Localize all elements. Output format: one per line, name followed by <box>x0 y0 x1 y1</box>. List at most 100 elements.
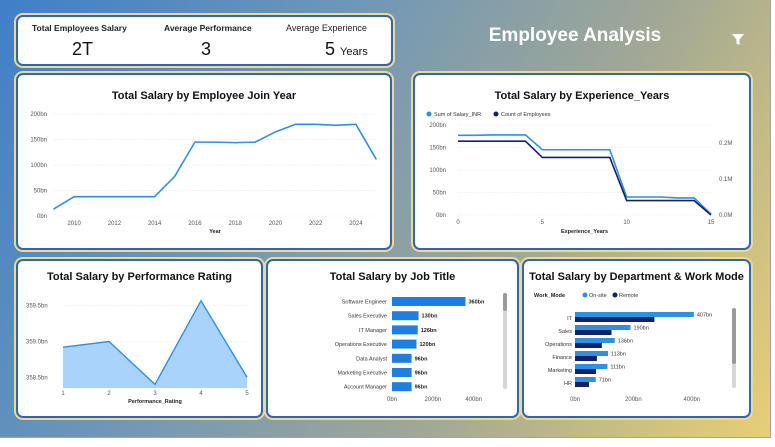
perf-x-tick: 3 <box>153 391 157 397</box>
join-y-tick: 150bn <box>30 138 47 144</box>
legend-label-onsite: On-site <box>589 293 607 299</box>
join-data-point <box>355 123 357 126</box>
dept-bar-value-label: 71bn <box>599 378 611 384</box>
join-data-point <box>294 123 297 126</box>
kpi-label-avg-experience: Average Experience <box>286 23 367 33</box>
job-bar-value-label: 96bn <box>415 371 428 377</box>
job-category-label: Sales Executive <box>348 314 387 320</box>
dept-bar-value-label: 407bn <box>697 313 712 319</box>
join-data-point <box>133 195 136 198</box>
filter-icon[interactable] <box>731 33 745 47</box>
job-category-label: Account Manager <box>344 385 387 391</box>
perf-x-axis-label: Performance_Rating <box>128 399 182 405</box>
exp-y-left-tick: 50bn <box>433 191 446 197</box>
job-x-tick: 0bn <box>387 397 397 403</box>
join-data-point <box>314 123 317 126</box>
dept-bar-onsite <box>575 351 608 356</box>
dept-bar-onsite <box>575 312 694 317</box>
exp-count-line <box>458 140 712 216</box>
legend-label-remote: Remote <box>619 293 638 299</box>
job-bar-value-label: 130bn <box>422 314 439 320</box>
dept-bar-remote <box>575 343 602 348</box>
job-bar-value-label: 96bn <box>415 385 428 391</box>
exp-x-tick: 15 <box>708 220 715 226</box>
dept-x-tick: 0bn <box>570 397 580 403</box>
job-title-scroll-thumb[interactable] <box>503 293 507 311</box>
exp-y-right-tick: 0.0M <box>719 213 732 219</box>
dept-bar-value-label: 136bn <box>618 339 633 345</box>
join-x-axis-label: Year <box>209 229 221 235</box>
exp-salary-line <box>458 134 712 215</box>
dashboard-title: Employee Analysis <box>488 25 662 46</box>
exp-x-tick: 0 <box>456 220 460 226</box>
kpi-experience-number: 5 <box>325 39 336 59</box>
department-chart-card[interactable]: Total Salary by Department & Work Mode W… <box>522 259 751 418</box>
join-series-line <box>53 123 377 210</box>
exp-x-tick: 5 <box>541 220 545 226</box>
join-data-point <box>334 124 337 127</box>
job-x-tick: 200bn <box>424 397 441 403</box>
perf-y-tick: 359.5bn <box>26 304 48 310</box>
job-bar-value-label: 96bn <box>415 356 428 362</box>
department-scroll-thumb[interactable] <box>732 308 736 364</box>
exp-y-left-tick: 100bn <box>429 168 446 174</box>
exp-x-axis-label: Experience_Years <box>561 229 608 235</box>
dept-x-tick: 200bn <box>625 397 642 403</box>
performance-chart-card[interactable]: Total Salary by Performance Rating 358.5… <box>16 259 263 418</box>
job-title-chart-card[interactable]: Total Salary by Job Title Software Engin… <box>266 259 519 418</box>
perf-x-tick: 5 <box>245 391 249 397</box>
perf-x-tick: 4 <box>199 391 203 397</box>
exp-y-right-tick: 0.2M <box>719 141 732 147</box>
join-y-tick: 0bn <box>37 214 47 220</box>
join-y-tick: 100bn <box>30 163 47 169</box>
dept-legend-title: Work_Mode <box>534 293 565 299</box>
job-bar <box>392 325 418 335</box>
job-category-label: Data Analyst <box>356 356 387 362</box>
kpi-experience-unit: Years <box>340 46 368 58</box>
join-year-chart-card[interactable]: Total Salary by Employee Join Year 0bn 50… <box>16 73 392 250</box>
dept-category-label: IT <box>567 316 573 322</box>
job-category-label: Operations Executive <box>335 342 387 348</box>
job-title-chart: Software Engineer 360bn Sales Executive 130… <box>335 297 486 403</box>
join-x-tick: 2018 <box>228 221 242 227</box>
job-bar <box>392 311 419 321</box>
dept-bar-remote <box>575 369 597 374</box>
job-category-label: Marketing Executive <box>337 371 387 377</box>
join-data-point <box>153 195 156 198</box>
perf-y-tick: 359.0bn <box>26 340 48 346</box>
experience-chart: Sum of Salary_INR Count of Employees0bn50… <box>426 111 732 235</box>
dept-category-label: Marketing <box>548 368 572 374</box>
legend-marker-count <box>493 111 499 117</box>
department-scrollbar[interactable] <box>732 308 736 388</box>
department-chart: Work_Mode On-site Remote IT 407bn Sales 190bn O… <box>534 292 712 403</box>
join-data-point <box>234 141 236 144</box>
exp-y-left-tick: 150bn <box>429 146 446 152</box>
job-bar-value-label: 360bn <box>469 300 486 306</box>
experience-chart-card[interactable]: Total Salary by Experience_Years Sum of … <box>413 73 751 250</box>
job-category-label: IT Manager <box>359 328 387 334</box>
join-year-chart: 0bn 50bn 100bn 150bn 200bn 2010 2012 2014 2016 20… <box>30 112 377 235</box>
join-x-tick: 2012 <box>108 221 122 227</box>
kpi-value-avg-experience: 5 Years <box>325 39 368 60</box>
legend-marker-onsite <box>582 292 588 298</box>
dept-category-label: HR <box>564 381 572 387</box>
job-bar <box>392 297 466 306</box>
exp-y-left-tick: 200bn <box>429 123 446 129</box>
join-x-tick: 2020 <box>269 221 283 227</box>
job-bar <box>392 368 412 377</box>
join-y-tick: 200bn <box>30 112 47 118</box>
join-data-point <box>274 131 277 133</box>
join-x-tick: 2010 <box>67 221 81 227</box>
job-category-label: Software Engineer <box>342 300 387 306</box>
exp-x-tick: 10 <box>623 220 630 226</box>
kpi-label-total-salary: Total Employees Salary <box>32 23 127 33</box>
dept-bar-value-label: 190bn <box>633 326 648 332</box>
legend-marker-remote <box>612 292 618 298</box>
dept-bar-value-label: 113bn <box>611 352 626 358</box>
join-data-point <box>194 141 196 143</box>
job-title-scrollbar[interactable] <box>503 293 507 389</box>
join-x-tick: 2024 <box>349 221 363 227</box>
dashboard-canvas: Total Employees Salary 2T Average Perfor… <box>0 0 771 438</box>
dept-bar-onsite <box>575 377 596 382</box>
join-y-tick: 50bn <box>34 189 47 195</box>
